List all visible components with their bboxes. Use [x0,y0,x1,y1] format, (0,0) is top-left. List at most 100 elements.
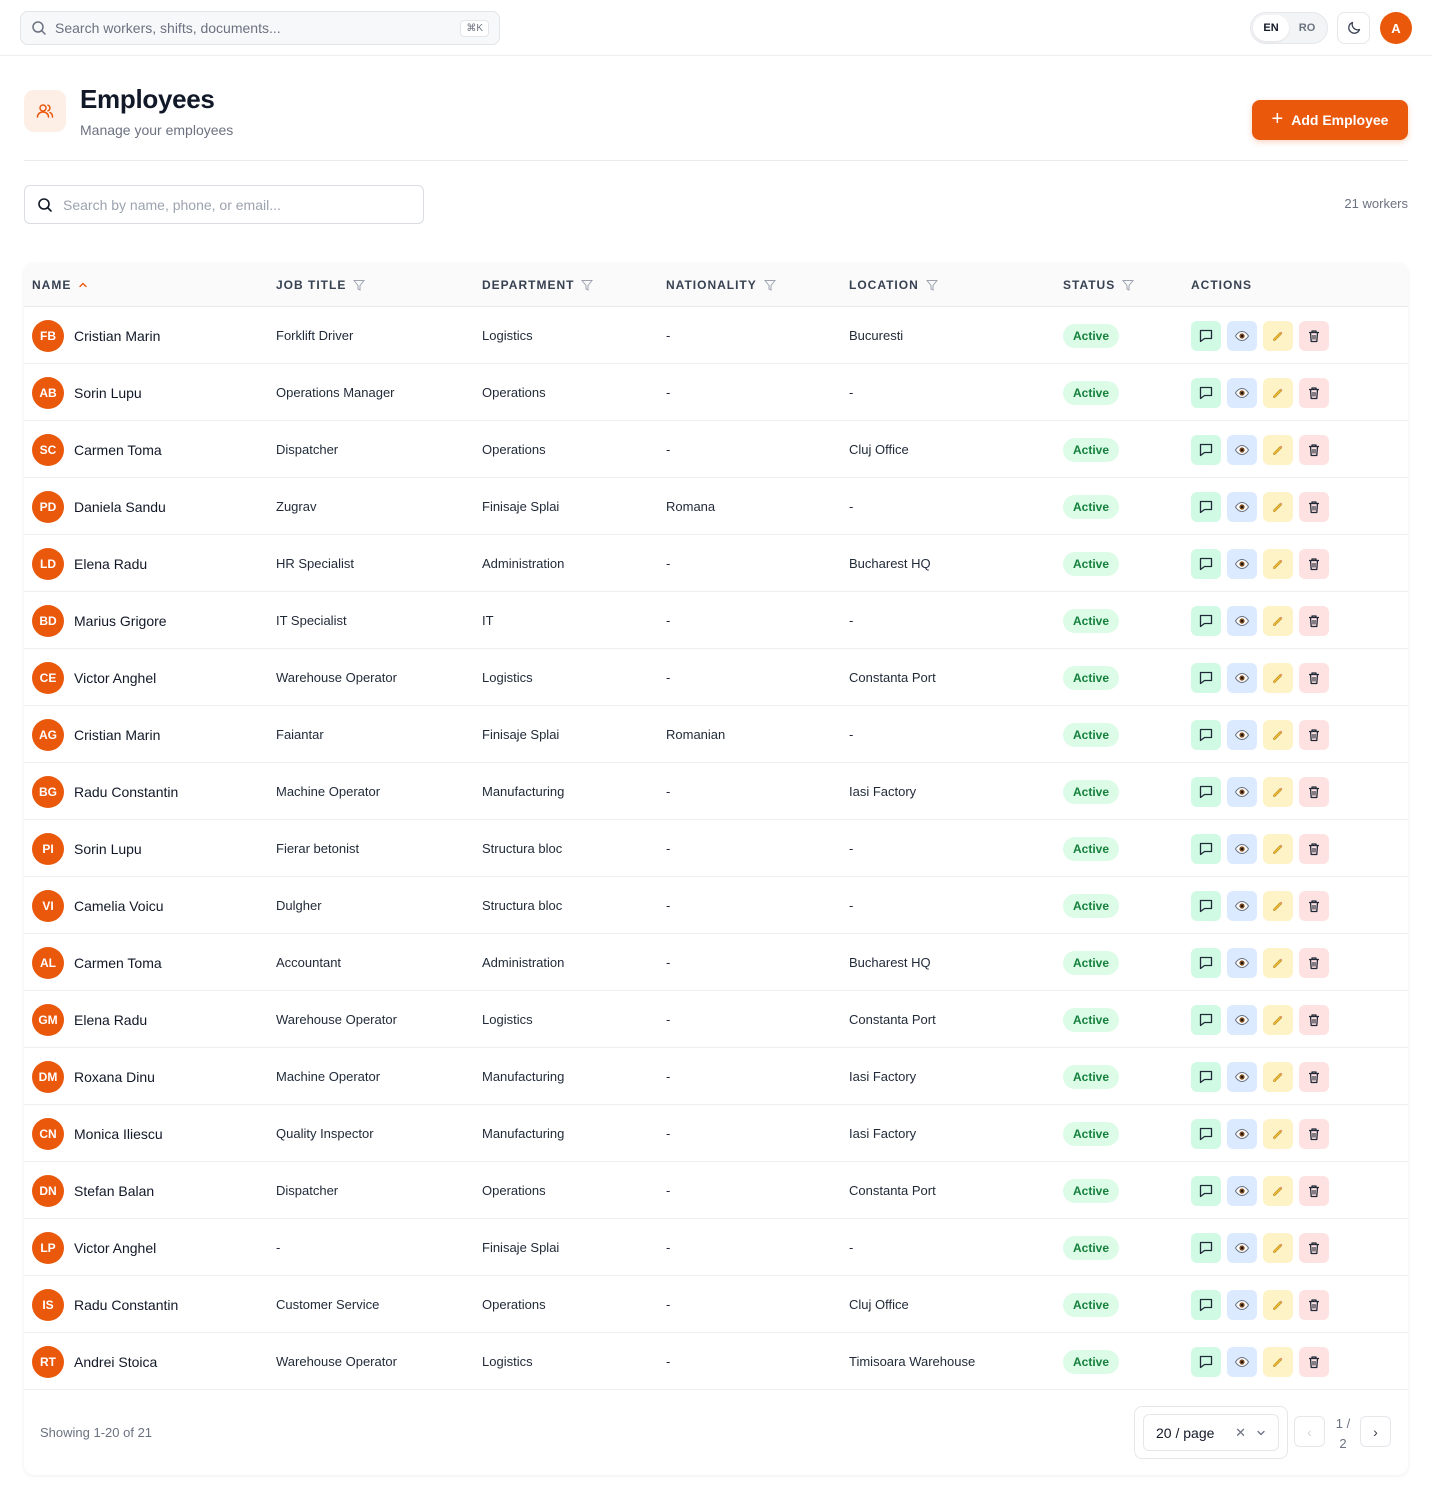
message-button[interactable] [1191,1118,1221,1149]
employee-name[interactable]: Carmen Toma [74,442,162,458]
delete-button[interactable] [1299,1175,1329,1206]
view-button[interactable] [1227,1061,1257,1092]
edit-button[interactable] [1263,1118,1293,1149]
table-row[interactable]: RT Andrei Stoica Warehouse Operator Logi… [24,1333,1408,1390]
edit-button[interactable] [1263,1232,1293,1263]
filter-icon[interactable] [581,279,594,291]
delete-button[interactable] [1299,719,1329,750]
table-search[interactable] [24,185,424,224]
view-button[interactable] [1227,833,1257,864]
next-page-button[interactable]: › [1360,1416,1391,1447]
delete-button[interactable] [1299,947,1329,978]
delete-button[interactable] [1299,776,1329,807]
add-employee-button[interactable]: + Add Employee [1252,100,1408,140]
delete-button[interactable] [1299,1004,1329,1035]
delete-button[interactable] [1299,1232,1329,1263]
employee-name[interactable]: Sorin Lupu [74,385,142,401]
delete-button[interactable] [1299,548,1329,579]
column-name[interactable]: NAME [32,278,88,292]
message-button[interactable] [1191,662,1221,693]
view-button[interactable] [1227,377,1257,408]
view-button[interactable] [1227,719,1257,750]
delete-button[interactable] [1299,1346,1329,1377]
edit-button[interactable] [1263,1004,1293,1035]
edit-button[interactable] [1263,890,1293,921]
employee-name[interactable]: Andrei Stoica [74,1354,157,1370]
view-button[interactable] [1227,947,1257,978]
employee-name[interactable]: Elena Radu [74,1012,147,1028]
employee-name[interactable]: Daniela Sandu [74,499,166,515]
view-button[interactable] [1227,548,1257,579]
edit-button[interactable] [1263,833,1293,864]
message-button[interactable] [1191,719,1221,750]
edit-button[interactable] [1263,662,1293,693]
view-button[interactable] [1227,491,1257,522]
delete-button[interactable] [1299,1061,1329,1092]
message-button[interactable] [1191,434,1221,465]
message-button[interactable] [1191,1175,1221,1206]
table-row[interactable]: DM Roxana Dinu Machine Operator Manufact… [24,1048,1408,1105]
view-button[interactable] [1227,1175,1257,1206]
edit-button[interactable] [1263,605,1293,636]
employee-name[interactable]: Radu Constantin [74,1297,178,1313]
clear-icon[interactable]: ✕ [1235,1425,1246,1441]
table-row[interactable]: PI Sorin Lupu Fierar betonist Structura … [24,820,1408,877]
employee-name[interactable]: Elena Radu [74,556,147,572]
message-button[interactable] [1191,548,1221,579]
table-row[interactable]: LD Elena Radu HR Specialist Administrati… [24,535,1408,592]
edit-button[interactable] [1263,719,1293,750]
edit-button[interactable] [1263,776,1293,807]
message-button[interactable] [1191,890,1221,921]
search-input[interactable] [63,196,411,213]
edit-button[interactable] [1263,491,1293,522]
view-button[interactable] [1227,434,1257,465]
employee-name[interactable]: Stefan Balan [74,1183,154,1199]
edit-button[interactable] [1263,548,1293,579]
view-button[interactable] [1227,776,1257,807]
delete-button[interactable] [1299,833,1329,864]
table-row[interactable]: FB Cristian Marin Forklift Driver Logist… [24,307,1408,364]
user-avatar[interactable]: A [1380,12,1412,44]
delete-button[interactable] [1299,1118,1329,1149]
theme-toggle-button[interactable] [1337,12,1370,44]
view-button[interactable] [1227,662,1257,693]
edit-button[interactable] [1263,320,1293,351]
message-button[interactable] [1191,605,1221,636]
employee-name[interactable]: Cristian Marin [74,727,160,743]
message-button[interactable] [1191,1061,1221,1092]
employee-name[interactable]: Victor Anghel [74,670,156,686]
lang-ro-button[interactable]: RO [1289,15,1325,41]
page-size-select[interactable]: 20 / page ✕ [1143,1414,1279,1451]
language-switch[interactable]: EN RO [1250,12,1328,44]
employee-name[interactable]: Carmen Toma [74,955,162,971]
delete-button[interactable] [1299,1289,1329,1320]
message-button[interactable] [1191,377,1221,408]
table-row[interactable]: BD Marius Grigore IT Specialist IT - - A… [24,592,1408,649]
delete-button[interactable] [1299,890,1329,921]
filter-icon[interactable] [1122,279,1135,291]
column-department[interactable]: DEPARTMENT [482,278,594,292]
message-button[interactable] [1191,947,1221,978]
delete-button[interactable] [1299,434,1329,465]
view-button[interactable] [1227,1004,1257,1035]
delete-button[interactable] [1299,320,1329,351]
edit-button[interactable] [1263,1346,1293,1377]
table-row[interactable]: VI Camelia Voicu Dulgher Structura bloc … [24,877,1408,934]
view-button[interactable] [1227,1346,1257,1377]
table-row[interactable]: PD Daniela Sandu Zugrav Finisaje Splai R… [24,478,1408,535]
table-row[interactable]: BG Radu Constantin Machine Operator Manu… [24,763,1408,820]
message-button[interactable] [1191,1346,1221,1377]
table-row[interactable]: GM Elena Radu Warehouse Operator Logisti… [24,991,1408,1048]
employee-name[interactable]: Victor Anghel [74,1240,156,1256]
employee-name[interactable]: Sorin Lupu [74,841,142,857]
edit-button[interactable] [1263,947,1293,978]
view-button[interactable] [1227,1289,1257,1320]
delete-button[interactable] [1299,377,1329,408]
message-button[interactable] [1191,1004,1221,1035]
employee-name[interactable]: Camelia Voicu [74,898,164,914]
edit-button[interactable] [1263,434,1293,465]
table-row[interactable]: LP Victor Anghel - Finisaje Splai - - Ac… [24,1219,1408,1276]
table-row[interactable]: CN Monica Iliescu Quality Inspector Manu… [24,1105,1408,1162]
edit-button[interactable] [1263,1175,1293,1206]
employee-name[interactable]: Cristian Marin [74,328,160,344]
